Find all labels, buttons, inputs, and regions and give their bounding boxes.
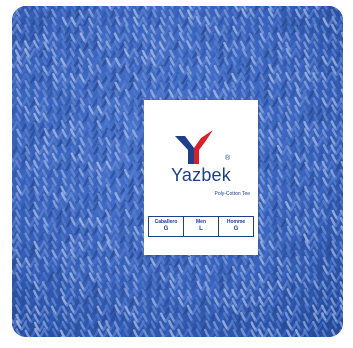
brand-name: Yazbek: [171, 165, 231, 185]
size-cell-men: Men L: [184, 217, 219, 236]
size-cell-caballero: Caballero G: [149, 217, 184, 236]
size-cell-homme: Homme G: [219, 217, 253, 236]
yazbek-logo-icon: [175, 130, 213, 164]
size-value: L: [199, 225, 203, 232]
registered-mark: ®: [225, 155, 231, 162]
size-table: Caballero G Men L Homme G: [148, 216, 254, 237]
size-value: G: [163, 225, 169, 232]
product-subtitle: Poly-Cotton Tee: [214, 191, 250, 197]
clothing-label-tag: ® Yazbek Poly-Cotton Tee Caballero G Men…: [144, 100, 258, 255]
size-value: G: [233, 225, 239, 232]
